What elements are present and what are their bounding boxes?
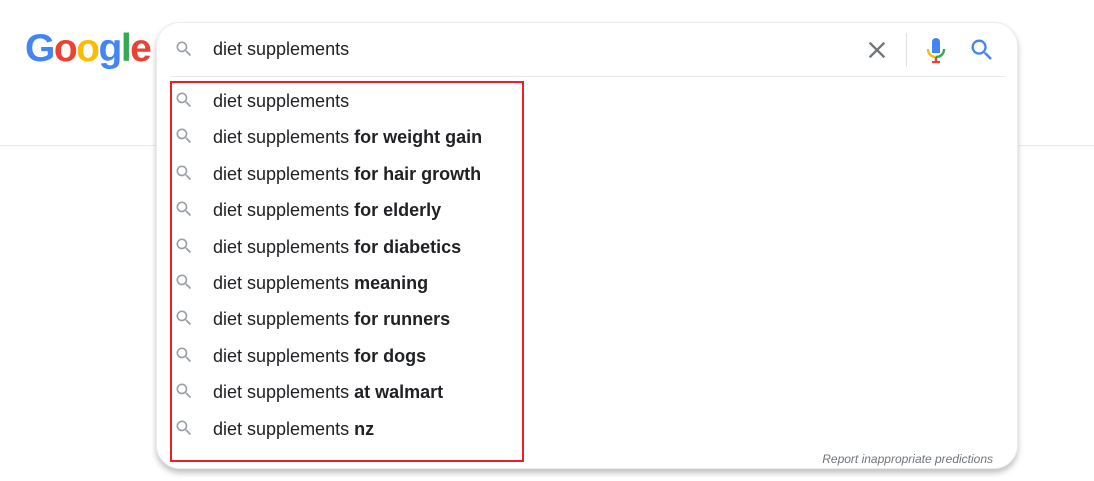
suggestion-text: diet supplements at walmart: [213, 381, 443, 403]
suggestion-completion: for dogs: [354, 345, 427, 366]
suggestion-item[interactable]: diet supplements: [157, 82, 1019, 118]
search-box: diet supplements diet supplements for we…: [156, 22, 1018, 469]
search-input[interactable]: [213, 33, 833, 65]
search-icon: [174, 126, 194, 146]
suggestion-item[interactable]: diet supplements for elderly: [157, 191, 1019, 227]
logo-letter: g: [98, 27, 123, 70]
suggestion-completion: for diabetics: [354, 236, 462, 257]
search-icon: [174, 345, 194, 365]
suggestion-text: diet supplements for weight gain: [213, 126, 482, 148]
suggestion-prefix: diet supplements: [213, 200, 355, 221]
logo-letter: o: [76, 27, 100, 70]
suggestion-item[interactable]: diet supplements for dogs: [157, 337, 1019, 373]
report-predictions-link[interactable]: Report inappropriate predictions: [822, 452, 993, 466]
suggestion-prefix: diet supplements: [213, 163, 355, 184]
close-icon[interactable]: [863, 36, 891, 64]
search-row: [157, 23, 1019, 76]
microphone-icon[interactable]: [922, 35, 950, 65]
logo-letter: G: [25, 27, 55, 70]
suggestion-text: diet supplements for runners: [213, 308, 450, 330]
suggestion-text: diet supplements: [213, 90, 349, 112]
suggestion-prefix: diet supplements: [213, 345, 355, 366]
search-icon: [174, 381, 194, 401]
search-icon: [174, 236, 194, 256]
suggestion-item[interactable]: diet supplements for hair growth: [157, 155, 1019, 191]
suggestion-prefix: diet supplements: [213, 236, 355, 257]
suggestion-text: diet supplements meaning: [213, 272, 428, 294]
logo-letter: l: [120, 27, 132, 70]
search-icon: [174, 199, 194, 219]
suggestion-completion: at walmart: [354, 382, 444, 403]
search-icon: [174, 39, 194, 59]
input-divider: [171, 76, 1005, 77]
suggestion-completion: meaning: [354, 272, 429, 293]
suggestion-completion: nz: [354, 418, 375, 439]
suggestion-list: diet supplements diet supplements for we…: [157, 82, 1019, 446]
search-icon: [174, 163, 194, 183]
suggestion-text: diet supplements for diabetics: [213, 236, 461, 258]
suggestion-text: diet supplements nz: [213, 418, 374, 440]
suggestion-item[interactable]: diet supplements for weight gain: [157, 118, 1019, 154]
search-button[interactable]: [968, 36, 996, 64]
suggestion-item[interactable]: diet supplements meaning: [157, 264, 1019, 300]
search-icon: [174, 272, 194, 292]
suggestion-completion: for hair growth: [354, 163, 482, 184]
suggestion-item[interactable]: diet supplements for diabetics: [157, 228, 1019, 264]
suggestion-prefix: diet supplements: [213, 272, 355, 293]
search-icon: [174, 308, 194, 328]
search-icon: [174, 90, 194, 110]
suggestion-prefix: diet supplements: [213, 418, 355, 439]
search-icon: [174, 418, 194, 438]
suggestion-prefix: diet supplements: [213, 309, 355, 330]
suggestion-completion: for runners: [354, 309, 451, 330]
google-logo[interactable]: Google: [25, 27, 152, 71]
logo-letter: e: [130, 27, 152, 70]
suggestion-prefix: diet supplements: [213, 91, 350, 111]
suggestion-item[interactable]: diet supplements for runners: [157, 300, 1019, 336]
suggestion-item[interactable]: diet supplements nz: [157, 410, 1019, 446]
suggestion-item[interactable]: diet supplements at walmart: [157, 373, 1019, 409]
suggestion-prefix: diet supplements: [213, 127, 355, 148]
suggestion-text: diet supplements for hair growth: [213, 163, 481, 185]
logo-letter: o: [53, 27, 78, 70]
suggestion-text: diet supplements for elderly: [213, 199, 441, 221]
suggestion-text: diet supplements for dogs: [213, 345, 426, 367]
icon-separator: [906, 33, 907, 67]
suggestion-completion: for elderly: [354, 200, 442, 221]
suggestion-completion: for weight gain: [354, 127, 483, 148]
suggestion-prefix: diet supplements: [213, 382, 355, 403]
